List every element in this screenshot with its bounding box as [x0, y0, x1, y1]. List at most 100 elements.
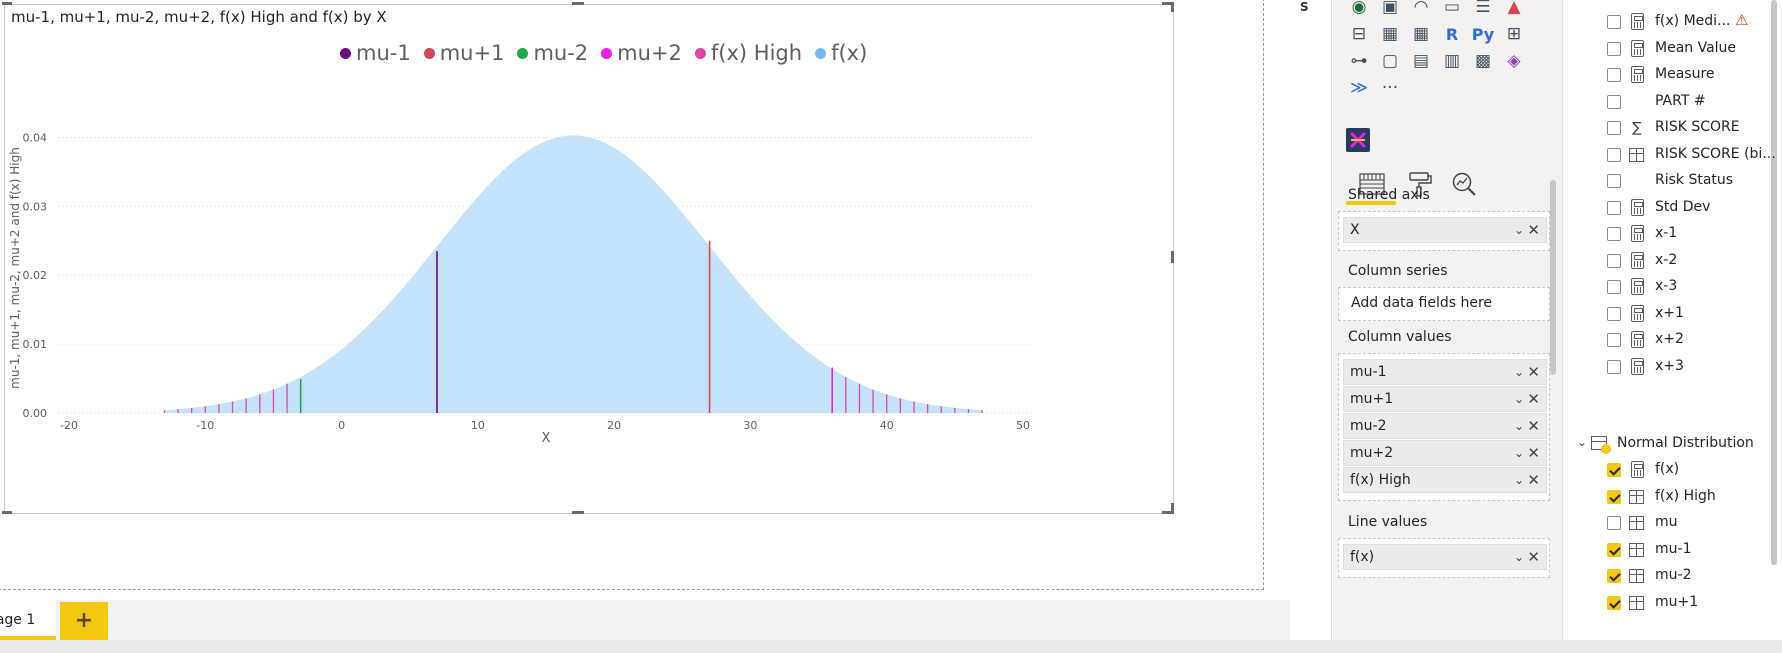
field-checkbox[interactable]: [1607, 280, 1621, 294]
field-checkbox[interactable]: [1607, 359, 1621, 374]
chevron-down-icon[interactable]: ⌄: [1514, 387, 1524, 412]
field-list-item[interactable]: mu+1: [1563, 591, 1763, 617]
report-canvas[interactable]: mu-1, mu+1, mu-2, mu+2, f(x) High and f(…: [0, 0, 1290, 600]
key-influencers-icon[interactable]: ⊞: [1501, 21, 1527, 47]
slicer-icon[interactable]: ⊟: [1346, 21, 1372, 47]
python-icon[interactable]: Py: [1470, 21, 1496, 47]
field-list-item[interactable]: mu-2: [1563, 564, 1763, 590]
field-list-item[interactable]: f(x) High: [1563, 485, 1763, 511]
chevron-down-icon[interactable]: ⌄: [1577, 435, 1587, 449]
close-icon[interactable]: ✕: [1527, 218, 1540, 243]
field-list-item[interactable]: mu: [1563, 511, 1763, 537]
paginated-report-icon[interactable]: ▥: [1439, 48, 1465, 74]
chevron-down-icon[interactable]: ⌄: [1514, 218, 1524, 243]
fields-pane-scrollbar[interactable]: [1771, 0, 1777, 565]
field-checkbox[interactable]: [1607, 200, 1621, 215]
filters-pane-collapsed[interactable]: [1290, 0, 1332, 653]
power-apps-icon[interactable]: ◈: [1501, 48, 1527, 74]
field-checkbox[interactable]: [1607, 41, 1621, 56]
field-list-item[interactable]: ∑ RISK SCORE: [1563, 116, 1763, 142]
field-list-item[interactable]: Risk Status: [1563, 169, 1763, 195]
chevron-down-icon[interactable]: ⌄: [1514, 441, 1524, 466]
column-values-field[interactable]: mu-1 ⌄ ✕: [1343, 359, 1547, 385]
shared-axis-field-x[interactable]: X ⌄ ✕: [1343, 217, 1547, 243]
field-checkbox[interactable]: [1607, 542, 1621, 557]
column-values-field[interactable]: f(x) High ⌄ ✕: [1343, 467, 1547, 493]
table-icon[interactable]: ▦: [1377, 21, 1403, 47]
resize-handle-right[interactable]: [1171, 251, 1174, 263]
card-icon[interactable]: ▭: [1439, 0, 1465, 20]
resize-handle-top-right-v[interactable]: [1171, 2, 1174, 12]
field-list-item[interactable]: mu-1: [1563, 538, 1763, 564]
multirow-card-icon[interactable]: ☰: [1470, 0, 1496, 20]
smart-narrative-icon[interactable]: ▤: [1408, 48, 1434, 74]
close-icon[interactable]: ✕: [1527, 468, 1540, 493]
column-values-field[interactable]: mu+1 ⌄ ✕: [1343, 386, 1547, 412]
field-checkbox[interactable]: [1607, 333, 1621, 347]
field-list-item[interactable]: x+3: [1563, 355, 1763, 381]
line-and-column-chart-visual[interactable]: mu-1, mu+1, mu-2, mu+2, f(x) High and f(…: [4, 4, 1174, 514]
tab-page-1[interactable]: Page 1: [0, 600, 56, 640]
field-checkbox[interactable]: [1607, 306, 1621, 321]
r-visual-icon[interactable]: R: [1439, 21, 1465, 47]
field-list-item[interactable]: PART #: [1563, 90, 1763, 116]
line-values-field-fx[interactable]: f(x) ⌄ ✕: [1343, 544, 1547, 570]
tab-analytics[interactable]: [1444, 166, 1484, 202]
field-list-item[interactable]: x-2: [1563, 249, 1763, 275]
python-visual-icon[interactable]: ◉: [1346, 0, 1372, 20]
column-values-field[interactable]: mu-2 ⌄ ✕: [1343, 413, 1547, 439]
resize-handle-bottom[interactable]: [572, 511, 584, 514]
field-checkbox[interactable]: [1607, 94, 1621, 109]
close-icon[interactable]: ✕: [1527, 360, 1540, 385]
field-list-item[interactable]: Mean Value: [1563, 37, 1763, 63]
close-icon[interactable]: ✕: [1527, 414, 1540, 439]
field-checkbox[interactable]: [1607, 516, 1621, 530]
custom-visual-icon[interactable]: [1346, 128, 1370, 152]
shared-axis-well[interactable]: X ⌄ ✕: [1338, 211, 1550, 251]
chevron-down-icon[interactable]: ⌄: [1514, 360, 1524, 385]
resize-handle-top-left[interactable]: [2, 2, 12, 5]
field-checkbox[interactable]: [1607, 147, 1621, 162]
filled-map-icon[interactable]: ▣: [1377, 0, 1403, 20]
kpi-icon[interactable]: ▲: [1501, 0, 1527, 20]
close-icon[interactable]: ✕: [1527, 387, 1540, 412]
field-list-item[interactable]: x+1: [1563, 302, 1763, 328]
power-automate-icon[interactable]: ≫: [1346, 75, 1372, 101]
chevron-down-icon[interactable]: ⌄: [1514, 545, 1524, 570]
column-values-well[interactable]: mu-1 ⌄ ✕ mu+1 ⌄ ✕ mu-2 ⌄ ✕ mu+2 ⌄ ✕ f(x) High ⌄ ✕: [1338, 353, 1550, 501]
table-normal-distribution[interactable]: ⌄ Normal Distribution: [1563, 432, 1782, 458]
field-checkbox[interactable]: [1607, 595, 1621, 610]
qa-icon[interactable]: ▢: [1377, 48, 1403, 74]
close-icon[interactable]: ✕: [1527, 545, 1540, 570]
resize-handle-bottom-left[interactable]: [2, 511, 12, 514]
field-list-item[interactable]: Measure: [1563, 63, 1763, 89]
matrix-icon[interactable]: ▦: [1408, 21, 1434, 47]
field-checkbox[interactable]: [1607, 489, 1621, 504]
resize-handle-bottom-right-v[interactable]: [1171, 503, 1174, 513]
column-series-well[interactable]: Add data fields here: [1338, 287, 1550, 321]
column-values-field[interactable]: mu+2 ⌄ ✕: [1343, 440, 1547, 466]
field-checkbox[interactable]: [1607, 121, 1621, 135]
field-checkbox[interactable]: [1607, 569, 1621, 583]
field-checkbox[interactable]: [1607, 68, 1621, 82]
field-list-item[interactable]: x-3: [1563, 275, 1763, 301]
field-list-item[interactable]: x-1: [1563, 222, 1763, 248]
viz-pane-scrollbar[interactable]: [1550, 180, 1556, 375]
field-checkbox[interactable]: [1607, 253, 1621, 268]
chevron-down-icon[interactable]: ⌄: [1514, 414, 1524, 439]
line-values-well[interactable]: f(x) ⌄ ✕: [1338, 538, 1550, 578]
field-list-item[interactable]: f(x): [1563, 458, 1763, 484]
decomposition-tree-icon[interactable]: ⊶: [1346, 48, 1372, 74]
more-visuals-icon[interactable]: ···: [1377, 75, 1403, 101]
chevron-down-icon[interactable]: ⌄: [1514, 468, 1524, 493]
gauge-icon[interactable]: ◠: [1408, 0, 1434, 20]
close-icon[interactable]: ✕: [1527, 441, 1540, 466]
field-list-item[interactable]: Std Dev: [1563, 196, 1763, 222]
resize-handle-top[interactable]: [572, 2, 584, 5]
field-checkbox[interactable]: [1607, 15, 1621, 29]
field-checkbox[interactable]: [1607, 174, 1621, 188]
field-list-item[interactable]: x+2: [1563, 328, 1763, 354]
warning-icon[interactable]: ⚠: [1735, 11, 1748, 29]
field-checkbox[interactable]: [1607, 227, 1621, 241]
add-page-button[interactable]: +: [60, 602, 108, 640]
